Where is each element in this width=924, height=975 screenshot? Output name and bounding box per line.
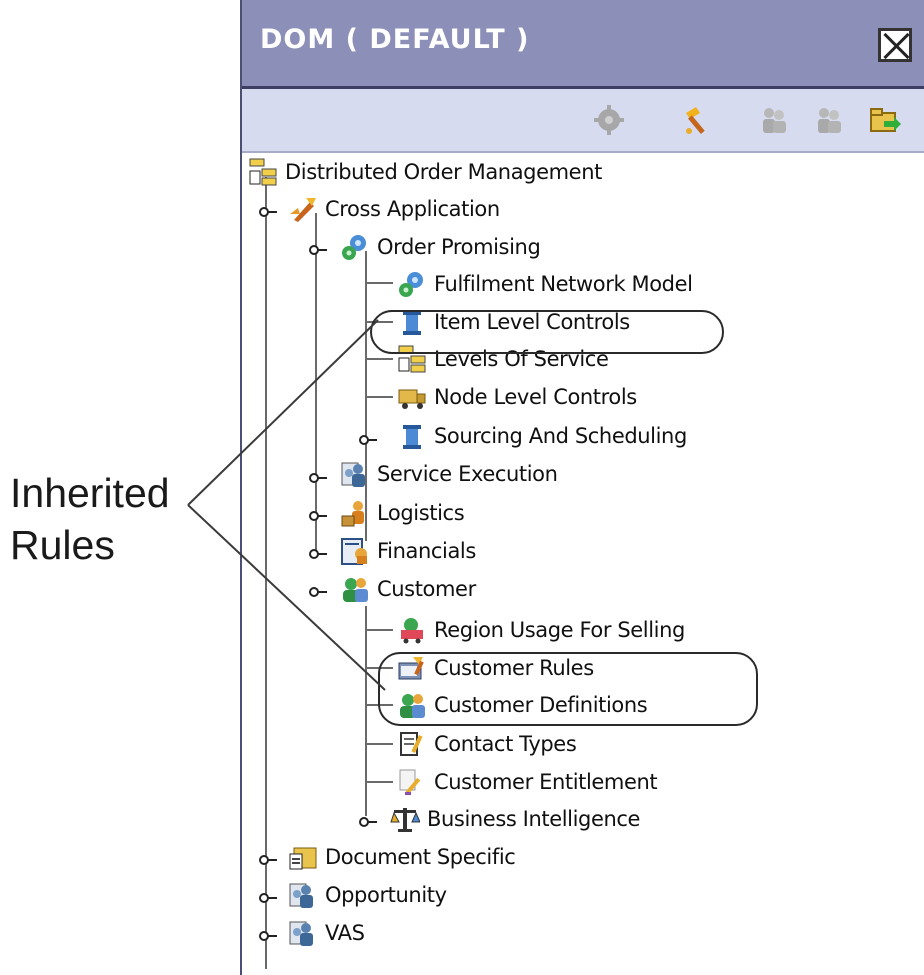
window-title: DOM ( DEFAULT ) [260,24,530,55]
network-gear-icon [397,269,427,299]
expand-toggle-icon[interactable] [309,507,329,521]
annotation-label: Inherited Rules [10,467,170,571]
configurator-panel: DOM ( DEFAULT ) Distributed Order Manage… [240,0,924,975]
tree-item-order-promising[interactable]: Order Promising [340,230,541,264]
people-disabled-icon[interactable] [812,103,846,137]
close-icon[interactable] [878,28,912,62]
expand-toggle-icon[interactable] [309,469,329,483]
tree-item-label: Logistics [377,501,465,525]
expand-toggle-icon[interactable] [259,927,279,941]
tree-item-label: Customer [377,577,476,601]
tree-item-label: Business Intelligence [427,807,641,831]
tree-item-sourcing-and-scheduling[interactable]: Sourcing And Scheduling [397,419,687,453]
expand-toggle-icon[interactable] [309,545,329,559]
tree-item-label: Document Specific [325,845,516,869]
configuration-tree: Distributed Order Management Cross Appli… [242,151,924,975]
tree-item-label: Contact Types [434,732,577,756]
people-icon [340,459,370,489]
people-icon [288,918,318,948]
annotation-line-1: Inherited [10,470,170,516]
people-icon [288,880,318,910]
tree-item-label: Opportunity [325,883,447,907]
cart-icon [397,615,427,645]
tree-item-label: Order Promising [377,235,541,259]
expand-toggle-icon[interactable] [259,889,279,903]
tree-item-label: Sourcing And Scheduling [434,424,687,448]
hierarchy-icon [248,157,278,187]
expand-toggle-icon[interactable] [259,203,279,217]
ledger-icon [340,536,370,566]
tree-item-label: Region Usage For Selling [434,618,685,642]
highlight-customer-group [378,652,758,726]
tree-item-contact-types[interactable]: Contact Types [397,727,577,761]
document-folder-icon [288,842,318,872]
tree-item-label: Distributed Order Management [285,160,602,184]
truck-icon [397,382,427,412]
pillar-icon [397,421,427,451]
tree-item-service-execution[interactable]: Service Execution [340,457,558,491]
expand-toggle-icon[interactable] [259,851,279,865]
tree-item-customer[interactable]: Customer [340,572,476,606]
expand-toggle-icon[interactable] [309,241,329,255]
tree-item-label: Service Execution [377,462,558,486]
annotation-line-2: Rules [10,522,115,568]
highlight-item-level-controls [370,310,724,354]
tree-item-label: Fulfilment Network Model [434,272,693,296]
tree-item-region-usage-for-selling[interactable]: Region Usage For Selling [397,613,685,647]
tree-item-opportunity[interactable]: Opportunity [288,878,447,912]
rule-hammer-icon[interactable] [680,103,714,137]
tree-item-cross-application[interactable]: Cross Application [288,192,500,226]
tree-item-label: VAS [325,921,365,945]
tools-icon [288,194,318,224]
tree-item-financials[interactable]: Financials [340,534,476,568]
customer-icon [340,574,370,604]
window-titlebar: DOM ( DEFAULT ) [242,0,924,89]
tree-item-root[interactable]: Distributed Order Management [248,155,602,189]
tree-item-label: Financials [377,539,476,563]
expand-toggle-icon[interactable] [359,431,379,445]
expand-toggle-icon[interactable] [309,583,329,597]
tree-item-document-specific[interactable]: Document Specific [288,840,516,874]
tree-item-fulfillment-network-model[interactable]: Fulfilment Network Model [397,267,693,301]
document-pen-icon [397,767,427,797]
tree-item-customer-entitlement[interactable]: Customer Entitlement [397,765,658,799]
tree-item-label: Customer Entitlement [434,770,658,794]
tree-item-business-intelligence[interactable]: Business Intelligence [390,802,640,836]
toolbar [242,89,924,153]
notepad-pencil-icon [397,729,427,759]
tree-item-node-level-controls[interactable]: Node Level Controls [397,380,637,414]
tree-item-vas[interactable]: VAS [288,916,365,950]
worker-icon [340,498,370,528]
tree-item-logistics[interactable]: Logistics [340,496,465,530]
tree-item-label: Node Level Controls [434,385,637,409]
folder-arrow-icon[interactable] [868,103,902,137]
people-disabled-icon[interactable] [757,103,791,137]
tree-item-label: Cross Application [325,197,500,221]
scales-icon [390,804,421,834]
expand-toggle-icon[interactable] [359,813,379,827]
network-gear-icon [340,232,370,262]
gear-disabled-icon[interactable] [592,103,626,137]
